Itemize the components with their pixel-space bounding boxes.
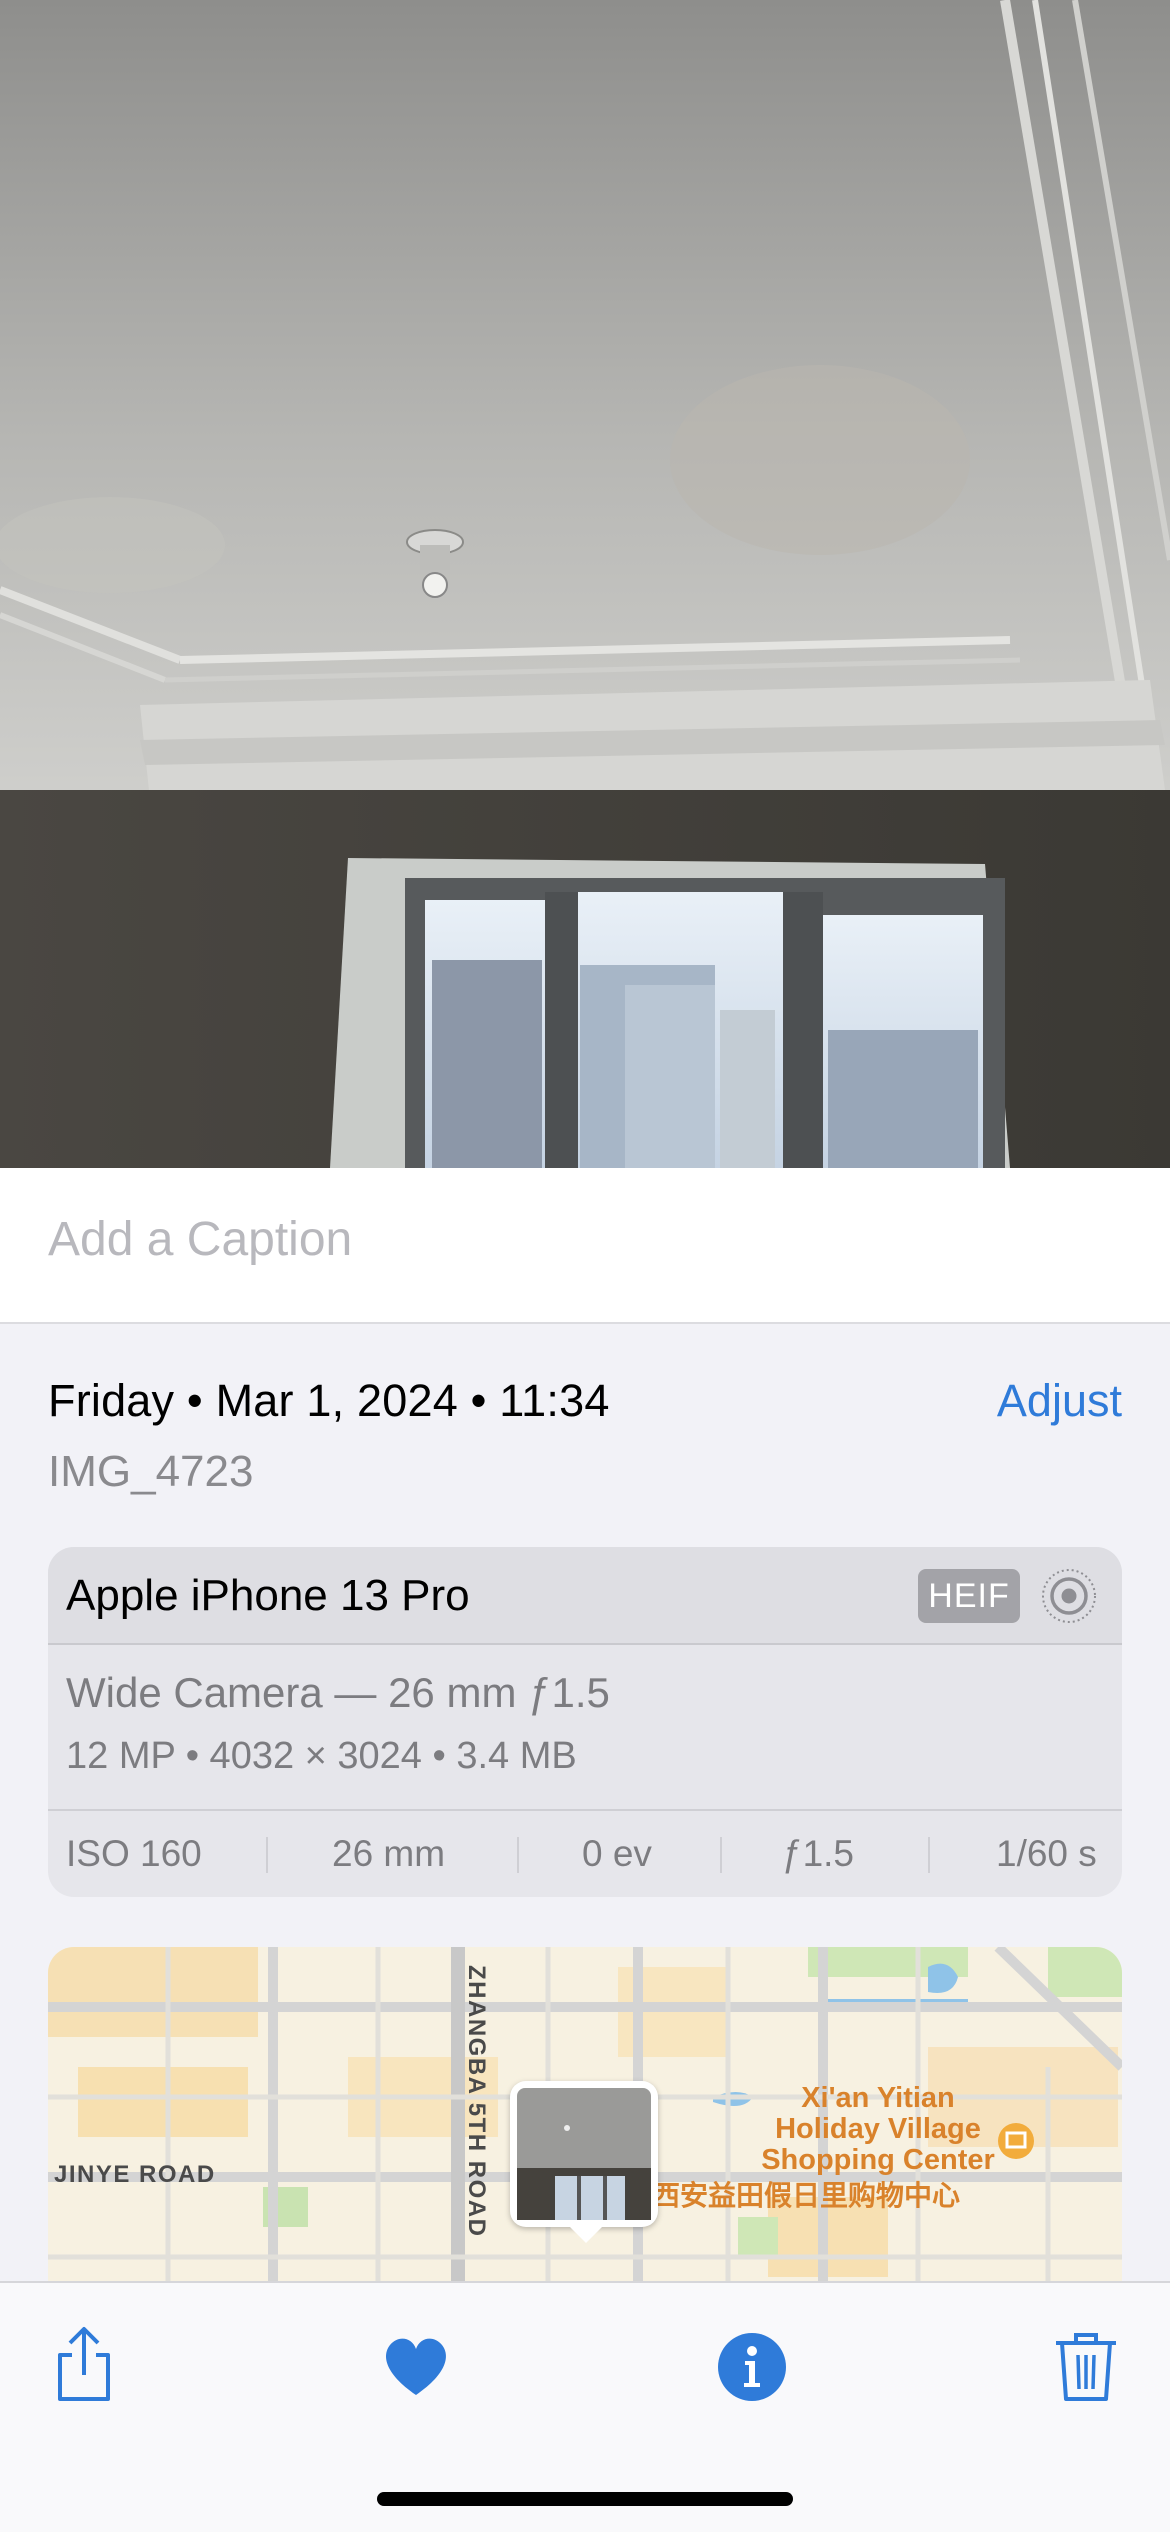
device-name: Apple iPhone 13 Pro xyxy=(66,1571,470,1620)
info-icon[interactable] xyxy=(712,2325,792,2405)
live-photo-icon[interactable] xyxy=(1040,1567,1098,1625)
exif-aperture: ƒ1.5 xyxy=(782,1833,855,1874)
poi-label-chinese: 西安益田假日里购物中心 xyxy=(652,2180,961,2211)
caption-input[interactable]: Add a Caption xyxy=(48,1212,352,1267)
share-icon[interactable] xyxy=(44,2325,124,2405)
info-panel: Friday • Mar 1, 2024 • 11:34 Adjust IMG_… xyxy=(0,1325,1170,2307)
adjust-button[interactable]: Adjust xyxy=(997,1375,1122,1427)
thumbnail-pointer xyxy=(568,2225,604,2243)
file-name: IMG_4723 xyxy=(48,1447,254,1496)
camera-card-header: Apple iPhone 13 Pro HEIF xyxy=(48,1547,1122,1645)
poi-label-line: Shopping Center xyxy=(761,2144,995,2176)
camera-info-card: Apple iPhone 13 Pro HEIF Wide Camera — 2… xyxy=(48,1547,1122,1897)
photo-view[interactable] xyxy=(0,0,1170,1168)
location-map[interactable]: ZHANGBA 5TH ROAD JINYE ROAD Xi'an Yitian… xyxy=(48,1947,1122,2307)
heart-icon[interactable] xyxy=(376,2325,456,2405)
exif-divider xyxy=(720,1837,722,1873)
format-badge: HEIF xyxy=(918,1569,1020,1623)
exif-ev: 0 ev xyxy=(582,1833,652,1874)
room-photo xyxy=(0,0,1170,1168)
poi-label-line: Holiday Village xyxy=(775,2113,981,2145)
lens-info: Wide Camera — 26 mm ƒ1.5 xyxy=(66,1669,610,1716)
poi-label-line: Xi'an Yitian xyxy=(801,2082,955,2114)
photo-location-thumbnail[interactable] xyxy=(510,2081,658,2227)
trash-icon[interactable] xyxy=(1046,2325,1126,2405)
exif-divider xyxy=(928,1837,930,1873)
road-label-horizontal: JINYE ROAD xyxy=(54,2161,216,2188)
date-time: Friday • Mar 1, 2024 • 11:34 xyxy=(48,1375,610,1426)
exif-divider xyxy=(266,1837,268,1873)
thumbnail-image xyxy=(517,2088,651,2220)
road-label-vertical: ZHANGBA 5TH ROAD xyxy=(463,1965,490,2238)
exif-row: ISO 160 26 mm 0 ev ƒ1.5 1/60 s xyxy=(48,1809,1122,1897)
exif-iso: ISO 160 xyxy=(66,1833,202,1874)
poi-label: Xi'an Yitian Holiday Village Shopping Ce… xyxy=(748,2083,1008,2176)
image-specs: 12 MP • 4032 × 3024 • 3.4 MB xyxy=(66,1735,577,1777)
exif-shutter: 1/60 s xyxy=(996,1833,1097,1874)
exif-divider xyxy=(517,1837,519,1873)
home-indicator[interactable] xyxy=(377,2492,793,2506)
caption-area[interactable]: Add a Caption xyxy=(0,1168,1170,1324)
exif-focal: 26 mm xyxy=(332,1833,446,1874)
